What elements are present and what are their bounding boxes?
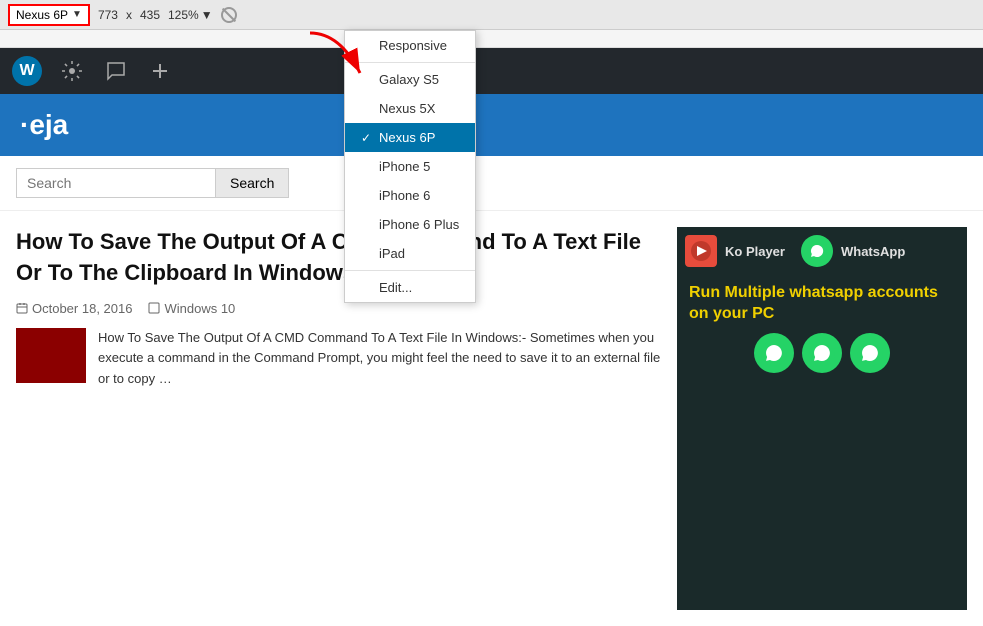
check-iphone-6 xyxy=(361,189,373,203)
ko-player-label: Ko Player xyxy=(725,244,785,259)
ko-player-logo xyxy=(685,235,717,267)
zoom-control[interactable]: 125% ▼ xyxy=(168,8,213,22)
site-header: ·eja xyxy=(0,94,983,156)
block-icon xyxy=(221,7,237,23)
article-category: Windows 10 xyxy=(148,301,235,316)
zoom-arrow: ▼ xyxy=(201,8,213,22)
device-dropdown-menu: Responsive Galaxy S5 Nexus 5X ✓ Nexus 6P… xyxy=(344,30,476,303)
comments-icon[interactable] xyxy=(102,57,130,85)
device-selector-button[interactable]: Nexus 6P ▼ xyxy=(8,4,90,26)
dropdown-item-nexus-6p[interactable]: ✓ Nexus 6P xyxy=(345,123,475,152)
dropdown-item-nexus-5x[interactable]: Nexus 5X xyxy=(345,94,475,123)
wordpress-logo[interactable]: W xyxy=(12,56,42,86)
search-bar-area: Search xyxy=(0,156,983,211)
wa-icon-3 xyxy=(850,333,890,373)
dropdown-item-iphone-5[interactable]: iPhone 5 xyxy=(345,152,475,181)
device-dropdown-arrow: ▼ xyxy=(72,9,82,20)
ad-body: Run Multiple whatsapp accounts on your P… xyxy=(677,275,967,381)
dropdown-item-ipad[interactable]: iPad xyxy=(345,239,475,268)
height-value: 435 xyxy=(140,8,160,22)
search-button[interactable]: Search xyxy=(216,168,289,198)
width-value: 773 xyxy=(98,8,118,22)
dropdown-item-galaxy-s5[interactable]: Galaxy S5 xyxy=(345,65,475,94)
dropdown-item-iphone-6[interactable]: iPhone 6 xyxy=(345,181,475,210)
article-thumbnail xyxy=(16,328,86,383)
wp-logo-text: W xyxy=(19,62,34,80)
article-area: How To Save The Output Of A CMD Command … xyxy=(16,227,661,610)
article-date: October 18, 2016 xyxy=(16,301,132,316)
article-meta: October 18, 2016 Windows 10 xyxy=(16,301,661,316)
sidebar-advertisement: Ko Player WhatsApp Run Multiple whatsapp… xyxy=(677,227,967,610)
check-edit xyxy=(361,281,373,295)
ruler xyxy=(0,30,983,48)
article-title: How To Save The Output Of A CMD Command … xyxy=(16,227,661,289)
ad-headline: Run Multiple whatsapp accounts on your P… xyxy=(689,283,955,325)
dropdown-item-responsive[interactable]: Responsive xyxy=(345,31,475,60)
dropdown-divider xyxy=(345,62,475,63)
x-separator: x xyxy=(126,8,132,22)
whatsapp-label: WhatsApp xyxy=(841,244,905,259)
article-body: How To Save The Output Of A CMD Command … xyxy=(16,328,661,390)
dropdown-item-edit[interactable]: Edit... xyxy=(345,273,475,302)
whatsapp-logo xyxy=(801,235,833,267)
article-excerpt: How To Save The Output Of A CMD Command … xyxy=(98,328,661,390)
ad-header: Ko Player WhatsApp xyxy=(677,227,967,275)
wa-icon-2 xyxy=(802,333,842,373)
check-nexus-6p: ✓ xyxy=(361,131,373,145)
device-name-label: Nexus 6P xyxy=(16,8,68,22)
ad-wa-icons xyxy=(689,333,955,373)
wa-icon-1 xyxy=(754,333,794,373)
check-responsive xyxy=(361,39,373,53)
search-input[interactable] xyxy=(16,168,216,198)
zoom-value: 125% xyxy=(168,8,199,22)
check-iphone-6-plus xyxy=(361,218,373,232)
check-nexus-5x xyxy=(361,102,373,116)
customize-icon[interactable] xyxy=(58,57,86,85)
check-ipad xyxy=(361,247,373,261)
device-toolbar: Nexus 6P ▼ 773 x 435 125% ▼ xyxy=(0,0,983,30)
check-iphone-5 xyxy=(361,160,373,174)
add-new-icon[interactable] xyxy=(146,57,174,85)
main-content: How To Save The Output Of A CMD Command … xyxy=(0,211,983,626)
check-galaxy-s5 xyxy=(361,73,373,87)
site-title: ·eja xyxy=(20,109,68,141)
dropdown-divider-2 xyxy=(345,270,475,271)
dropdown-item-iphone-6-plus[interactable]: iPhone 6 Plus xyxy=(345,210,475,239)
wp-admin-toolbar: W xyxy=(0,48,983,94)
